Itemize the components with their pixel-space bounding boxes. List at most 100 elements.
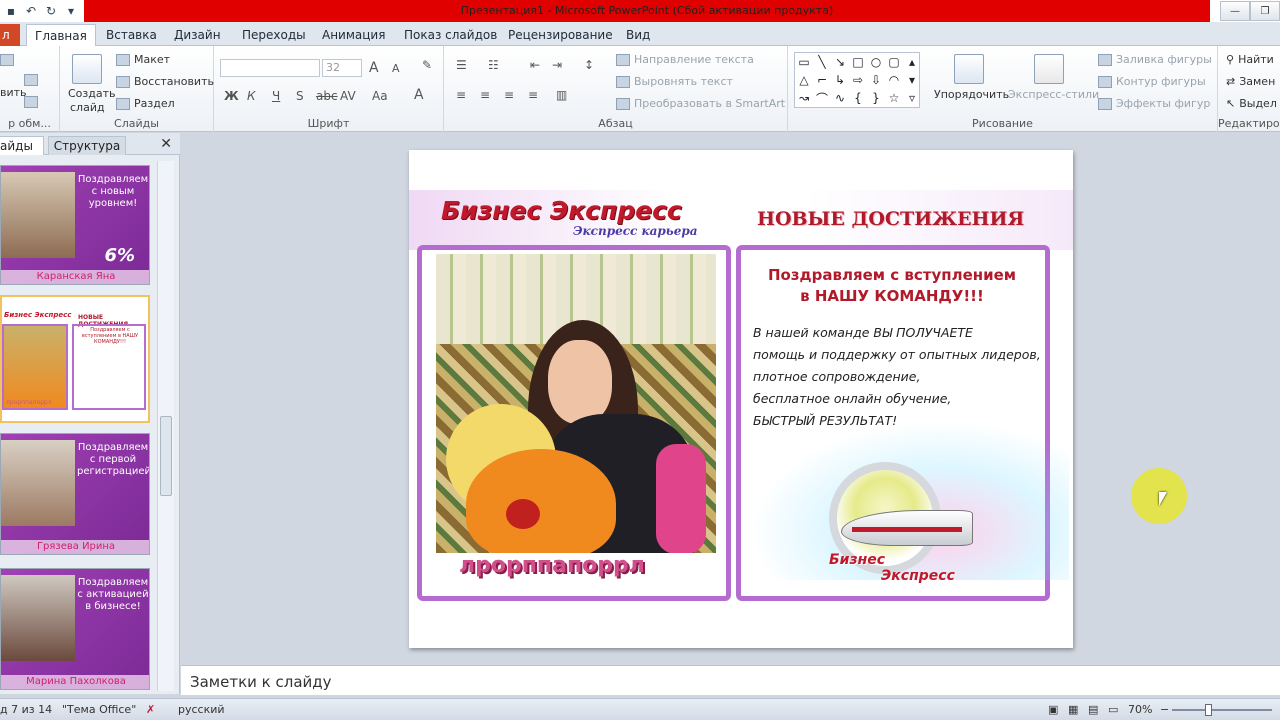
reset-button[interactable]: Восстановить bbox=[116, 75, 214, 88]
shape-effects-button[interactable]: Эффекты фигур bbox=[1098, 97, 1210, 110]
reading-view-icon[interactable]: ▤ bbox=[1088, 703, 1098, 716]
slide-thumbnail-9[interactable]: Поздравляем с активацией в бизнесе! Мари… bbox=[0, 568, 150, 690]
normal-view-icon[interactable]: ▣ bbox=[1048, 703, 1058, 716]
slide-thumbnail-6[interactable]: Поздравляем с новым уровнем! 6% Каранска… bbox=[0, 165, 150, 285]
brace-left-shape-icon[interactable]: { bbox=[849, 89, 867, 107]
slideshow-view-icon[interactable]: ▭ bbox=[1108, 703, 1118, 716]
zoom-level[interactable]: 70% bbox=[1128, 703, 1152, 716]
elbow-arrow-shape-icon[interactable]: ↳ bbox=[831, 71, 849, 89]
strikethrough-button[interactable]: abc bbox=[316, 89, 338, 103]
layout-button[interactable]: Макет bbox=[116, 53, 170, 66]
slide-brand-title[interactable]: Бизнес Экспресс bbox=[441, 196, 682, 225]
freeform-shape-icon[interactable]: ◠ bbox=[885, 71, 903, 89]
arc-shape-icon[interactable]: ⌒ bbox=[813, 89, 831, 107]
tab-design[interactable]: Дизайн bbox=[166, 24, 229, 46]
italic-button[interactable]: К bbox=[247, 89, 256, 103]
minimize-button[interactable]: — bbox=[1220, 1, 1250, 21]
cut-icon[interactable] bbox=[0, 54, 14, 66]
language-indicator[interactable]: русский bbox=[178, 703, 225, 716]
align-right-icon[interactable]: ≡ bbox=[504, 88, 514, 102]
zoom-slider[interactable] bbox=[1172, 704, 1272, 716]
arrange-icon[interactable] bbox=[954, 54, 984, 84]
text-direction-button[interactable]: Направление текста bbox=[616, 53, 754, 66]
align-left-icon[interactable]: ≡ bbox=[456, 88, 466, 102]
format-painter-icon[interactable] bbox=[24, 96, 38, 108]
undo-icon[interactable]: ↶ bbox=[24, 4, 38, 18]
oval-shape-icon[interactable]: ○ bbox=[867, 53, 885, 71]
current-slide[interactable]: Бизнес Экспресс Экспресс карьера НОВЫЕ Д… bbox=[409, 150, 1073, 648]
select-button[interactable]: ↖ Выдел bbox=[1226, 97, 1277, 110]
replace-button[interactable]: ⇄ Замен bbox=[1226, 75, 1275, 88]
paste-button[interactable]: вить bbox=[0, 86, 27, 99]
slide-thumbnail-7[interactable]: Бизнес Экспресс НОВЫЕ ДОСТИЖЕНИЯ Поздрав… bbox=[0, 295, 150, 423]
slide-sorter-icon[interactable]: ▦ bbox=[1068, 703, 1078, 716]
curve-shape-icon[interactable]: ↝ bbox=[795, 89, 813, 107]
shrink-font-button[interactable]: A bbox=[392, 62, 400, 75]
grow-font-button[interactable]: A bbox=[369, 60, 379, 76]
redo-icon[interactable]: ↻ bbox=[44, 4, 58, 18]
notes-pane[interactable]: Заметки к слайду bbox=[181, 665, 1280, 695]
customize-toolbar-icon[interactable]: ▾ bbox=[64, 4, 78, 18]
gallery-more-icon[interactable]: ▿ bbox=[903, 89, 921, 107]
gallery-up-icon[interactable]: ▴ bbox=[903, 53, 921, 71]
clear-format-icon[interactable]: ✎ bbox=[422, 58, 432, 72]
person-name[interactable]: лрорппапоррл bbox=[459, 553, 645, 578]
quick-styles-button[interactable]: Экспресс-стили bbox=[1008, 88, 1099, 101]
triangle-shape-icon[interactable]: △ bbox=[795, 71, 813, 89]
tab-file[interactable]: л bbox=[0, 24, 20, 46]
arrange-button[interactable]: Упорядочить bbox=[934, 88, 1009, 101]
save-icon[interactable]: ▪ bbox=[4, 4, 18, 18]
line-spacing-icon[interactable]: ↕ bbox=[584, 58, 594, 72]
new-slide-icon[interactable] bbox=[72, 54, 102, 84]
find-button[interactable]: ⚲ Найти bbox=[1226, 53, 1274, 66]
notes-placeholder[interactable]: Заметки к слайду bbox=[190, 673, 332, 691]
tab-slideshow[interactable]: Показ слайдов bbox=[396, 24, 505, 46]
bullets-icon[interactable]: ☰ bbox=[456, 58, 467, 72]
rounded-rect-shape-icon[interactable]: ▢ bbox=[885, 53, 903, 71]
tab-outline[interactable]: Структура bbox=[48, 136, 126, 155]
underline-button[interactable]: Ч bbox=[272, 89, 280, 103]
line-shape-icon[interactable]: ╲ bbox=[813, 53, 831, 71]
shape-fill-button[interactable]: Заливка фигуры bbox=[1098, 53, 1212, 66]
align-center-icon[interactable]: ≡ bbox=[480, 88, 490, 102]
tab-transitions[interactable]: Переходы bbox=[234, 24, 314, 46]
brace-right-shape-icon[interactable]: } bbox=[867, 89, 885, 107]
zoom-slider-knob[interactable] bbox=[1205, 704, 1212, 716]
slide-heading[interactable]: НОВЫЕ ДОСТИЖЕНИЯ bbox=[757, 208, 1024, 230]
bold-button[interactable]: Ж bbox=[224, 89, 239, 103]
gallery-down-icon[interactable]: ▾ bbox=[903, 71, 921, 89]
right-arrow-shape-icon[interactable]: ⇨ bbox=[849, 71, 867, 89]
shape-outline-button[interactable]: Контур фигуры bbox=[1098, 75, 1206, 88]
align-text-button[interactable]: Выровнять текст bbox=[616, 75, 733, 88]
justify-icon[interactable]: ≡ bbox=[528, 88, 538, 102]
congrats-text[interactable]: Поздравляем с вступлением в НАШУ КОМАНДУ… bbox=[742, 265, 1042, 307]
restore-button[interactable]: ❐ bbox=[1250, 1, 1280, 21]
tab-animation[interactable]: Анимация bbox=[314, 24, 393, 46]
smartart-button[interactable]: Преобразовать в SmartArt bbox=[616, 97, 785, 110]
star-shape-icon[interactable]: ☆ bbox=[885, 89, 903, 107]
copy-icon[interactable] bbox=[24, 74, 38, 86]
section-button[interactable]: Раздел bbox=[116, 97, 175, 110]
theme-name[interactable]: "Тема Office" bbox=[62, 703, 136, 716]
slide-thumbnail-8[interactable]: Поздравляем с первой регистрацией! Грязе… bbox=[0, 433, 150, 555]
scribble-shape-icon[interactable]: ∿ bbox=[831, 89, 849, 107]
indent-icon[interactable]: ⇤ bbox=[530, 58, 540, 72]
new-slide-label-2[interactable]: слайд bbox=[70, 101, 105, 114]
columns-icon[interactable]: ▥ bbox=[556, 88, 567, 102]
quick-styles-icon[interactable] bbox=[1034, 54, 1064, 84]
shadow-button[interactable]: S bbox=[296, 89, 304, 103]
spellcheck-icon[interactable]: ✗ bbox=[146, 703, 155, 716]
slides-scrollbar[interactable] bbox=[157, 161, 174, 691]
tab-insert[interactable]: Вставка bbox=[98, 24, 165, 46]
elbow-shape-icon[interactable]: ⌐ bbox=[813, 71, 831, 89]
close-pane-icon[interactable]: ✕ bbox=[160, 136, 172, 152]
outdent-icon[interactable]: ⇥ bbox=[552, 58, 562, 72]
new-slide-label-1[interactable]: Создать bbox=[68, 87, 116, 100]
textbox-shape-icon[interactable]: ▭ bbox=[795, 53, 813, 71]
shapes-gallery[interactable]: ▭ ╲ ↘ □ ○ ▢ ▴ △ ⌐ ↳ ⇨ ⇩ ◠ ▾ ↝ ⌒ ∿ { } ☆ … bbox=[794, 52, 920, 108]
down-arrow-shape-icon[interactable]: ⇩ bbox=[867, 71, 885, 89]
rect-shape-icon[interactable]: □ bbox=[849, 53, 867, 71]
tab-slides[interactable]: айды bbox=[0, 136, 44, 155]
numbering-icon[interactable]: ☷ bbox=[488, 58, 499, 72]
char-spacing-button[interactable]: AV bbox=[340, 89, 356, 103]
